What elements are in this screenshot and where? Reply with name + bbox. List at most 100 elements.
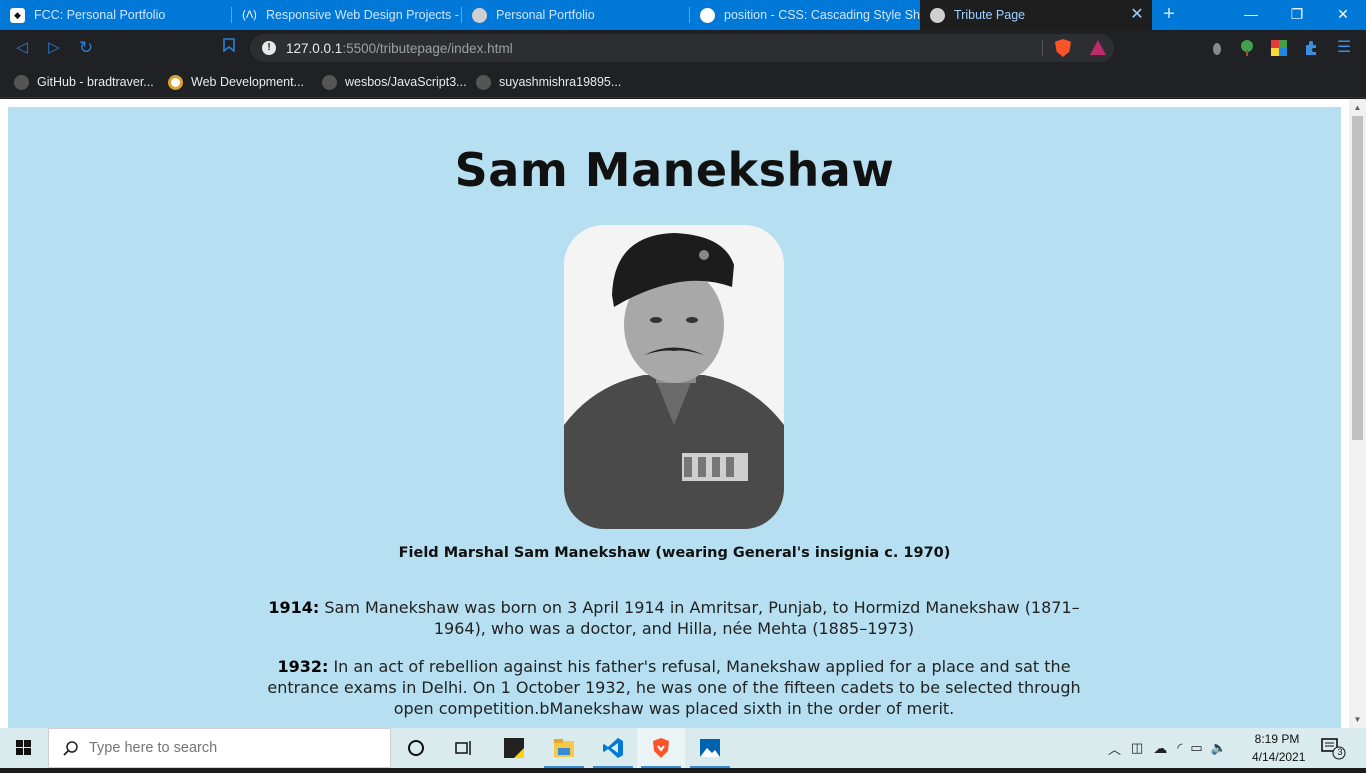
- bookmark-suyashmishra[interactable]: suyashmishra19895...: [476, 72, 621, 92]
- tab-title: Personal Portfolio: [496, 8, 595, 22]
- search-icon: [63, 741, 78, 756]
- folder-icon: [554, 739, 574, 757]
- back-icon[interactable]: ◁: [12, 38, 32, 58]
- tab-title: Tribute Page: [954, 8, 1026, 22]
- task-view-button[interactable]: [440, 728, 488, 768]
- clock-time: 8:19 PM: [1254, 732, 1300, 746]
- windows-taskbar: ︿ ◫ ☁ ◜ ▭ 🔈 8:19 PM 4/14/2021 3: [0, 728, 1366, 768]
- close-window-icon[interactable]: ✕: [1320, 0, 1366, 30]
- tab-tribute-page[interactable]: Tribute Page: [920, 0, 1152, 30]
- scroll-up-icon[interactable]: ▲: [1349, 99, 1366, 116]
- system-tray: ︿ ◫ ☁ ◜ ▭ 🔈: [1108, 728, 1227, 768]
- bookmark-label: suyashmishra19895...: [499, 75, 622, 89]
- page-scrollbar[interactable]: ▲ ▼: [1349, 99, 1366, 728]
- bookmarks-bar: GitHub - bradtraver... Web Development..…: [0, 66, 1366, 98]
- wifi-icon[interactable]: ◜: [1177, 740, 1182, 756]
- brave-icon: [653, 738, 669, 758]
- show-hidden-icons-icon[interactable]: ︿: [1108, 739, 1121, 758]
- scrollbar-thumb[interactable]: [1352, 116, 1363, 440]
- url-path: :5500/tributepage/index.html: [342, 40, 513, 56]
- photos-icon: [700, 739, 720, 757]
- onedrive-icon[interactable]: ☁: [1153, 740, 1167, 757]
- cortana-button[interactable]: [392, 728, 440, 768]
- globe-icon: [930, 7, 945, 23]
- tab-personal-portfolio[interactable]: Personal Portfolio: [462, 0, 690, 30]
- bookmark-label: Web Development...: [191, 75, 305, 89]
- tab-css-position[interactable]: position - CSS: Cascading Style Shee: [690, 0, 920, 30]
- timeline-text: Sam Manekshaw was born on 3 April 1914 i…: [319, 598, 1080, 638]
- notification-count: 3: [1337, 747, 1343, 757]
- bookmark-shape: [223, 38, 235, 53]
- timeline-entry: 1932: In an act of rebellion against his…: [264, 656, 1084, 719]
- portrait-image: [564, 225, 784, 529]
- action-center-button[interactable]: 3: [1318, 736, 1348, 760]
- taskbar-search[interactable]: [48, 728, 391, 768]
- web-dev-icon: [168, 74, 183, 90]
- reload-icon[interactable]: ↻: [76, 38, 96, 58]
- vscode-icon: [603, 738, 623, 758]
- github-icon: [476, 74, 491, 90]
- extension-colorzilla-icon[interactable]: [1271, 40, 1287, 56]
- codepen-icon: ◆: [10, 7, 25, 23]
- menu-icon[interactable]: ☰: [1334, 38, 1354, 58]
- browser-toolbar: ◁ ▷ ↻ ! 127.0.0.1 :5500/tributepage/inde…: [0, 30, 1366, 66]
- tab-rwd-projects[interactable]: (Λ) Responsive Web Design Projects - B: [232, 0, 462, 30]
- freecodecamp-icon: (Λ): [242, 9, 257, 21]
- close-tab-icon[interactable]: ✕: [1128, 5, 1146, 25]
- tribute-page: Sam Manekshaw Field Marshal Sam Maneksha…: [8, 107, 1341, 728]
- extension-tree-icon[interactable]: [1239, 40, 1255, 56]
- bookmark-github-bradtraversy[interactable]: GitHub - bradtraver...: [14, 72, 154, 92]
- brave-rewards-icon[interactable]: [1090, 40, 1106, 55]
- url-host: 127.0.0.1: [286, 40, 343, 56]
- browser-tab-strip: ◆ FCC: Personal Portfolio (Λ) Responsive…: [0, 0, 1366, 30]
- scroll-down-icon[interactable]: ▼: [1349, 711, 1366, 728]
- battery-icon[interactable]: ▭: [1190, 740, 1202, 756]
- brave-browser-app[interactable]: [637, 728, 685, 768]
- bookmark-web-development[interactable]: Web Development...: [168, 72, 304, 92]
- extension-mouse-icon[interactable]: [1209, 40, 1225, 56]
- bookmark-label: wesbos/JavaScript3...: [345, 75, 467, 89]
- tab-fcc-portfolio[interactable]: ◆ FCC: Personal Portfolio: [0, 0, 232, 30]
- sticky-notes-icon: [504, 738, 524, 758]
- volume-icon[interactable]: 🔈: [1211, 740, 1227, 756]
- clock-date: 4/14/2021: [1252, 750, 1306, 764]
- site-info-icon[interactable]: !: [262, 41, 276, 55]
- bookmark-icon[interactable]: [219, 38, 239, 58]
- mdn-icon: [700, 7, 715, 23]
- timeline: 1914: Sam Manekshaw was born on 3 April …: [264, 597, 1084, 728]
- restore-icon[interactable]: ❐: [1274, 0, 1320, 30]
- bookmark-wesbos-javascript[interactable]: wesbos/JavaScript3...: [322, 72, 467, 92]
- file-explorer-app[interactable]: [540, 728, 588, 768]
- brave-shields-icon[interactable]: [1055, 39, 1071, 57]
- address-bar[interactable]: ! 127.0.0.1 :5500/tributepage/index.html: [250, 34, 1114, 62]
- windows-logo-icon: [16, 740, 31, 755]
- minimize-icon[interactable]: —: [1228, 0, 1274, 30]
- github-icon: [14, 74, 29, 90]
- portrait-illustration: [564, 225, 784, 529]
- forward-icon[interactable]: ▷: [44, 38, 64, 58]
- page-title: Sam Manekshaw: [454, 143, 895, 197]
- address-divider: [1042, 40, 1043, 56]
- tab-title: FCC: Personal Portfolio: [34, 8, 166, 22]
- tab-title: Responsive Web Design Projects - B: [266, 8, 462, 22]
- meet-now-icon[interactable]: ◫: [1131, 740, 1143, 756]
- globe-icon: [472, 7, 487, 23]
- new-tab-icon[interactable]: +: [1159, 3, 1179, 27]
- vscode-app[interactable]: [589, 728, 637, 768]
- timeline-text: In an act of rebellion against his fathe…: [267, 657, 1081, 718]
- extensions-puzzle-icon[interactable]: [1303, 40, 1319, 56]
- start-button[interactable]: [0, 728, 48, 768]
- timeline-entry: 1914: Sam Manekshaw was born on 3 April …: [264, 597, 1084, 639]
- search-input[interactable]: [89, 740, 369, 756]
- page-viewport: Sam Manekshaw Field Marshal Sam Maneksha…: [0, 99, 1366, 728]
- bookmark-label: GitHub - bradtraver...: [37, 75, 154, 89]
- timeline-year: 1914:: [268, 598, 320, 617]
- cortana-icon: [408, 740, 424, 756]
- github-icon: [322, 74, 337, 90]
- taskbar-clock[interactable]: 8:19 PM 4/14/2021: [1252, 730, 1306, 766]
- task-view-icon: [455, 741, 471, 755]
- timeline-year: 1932:: [277, 657, 329, 676]
- tab-title: position - CSS: Cascading Style Shee: [724, 8, 920, 22]
- photos-app[interactable]: [686, 728, 734, 768]
- sticky-notes-app[interactable]: [490, 728, 538, 768]
